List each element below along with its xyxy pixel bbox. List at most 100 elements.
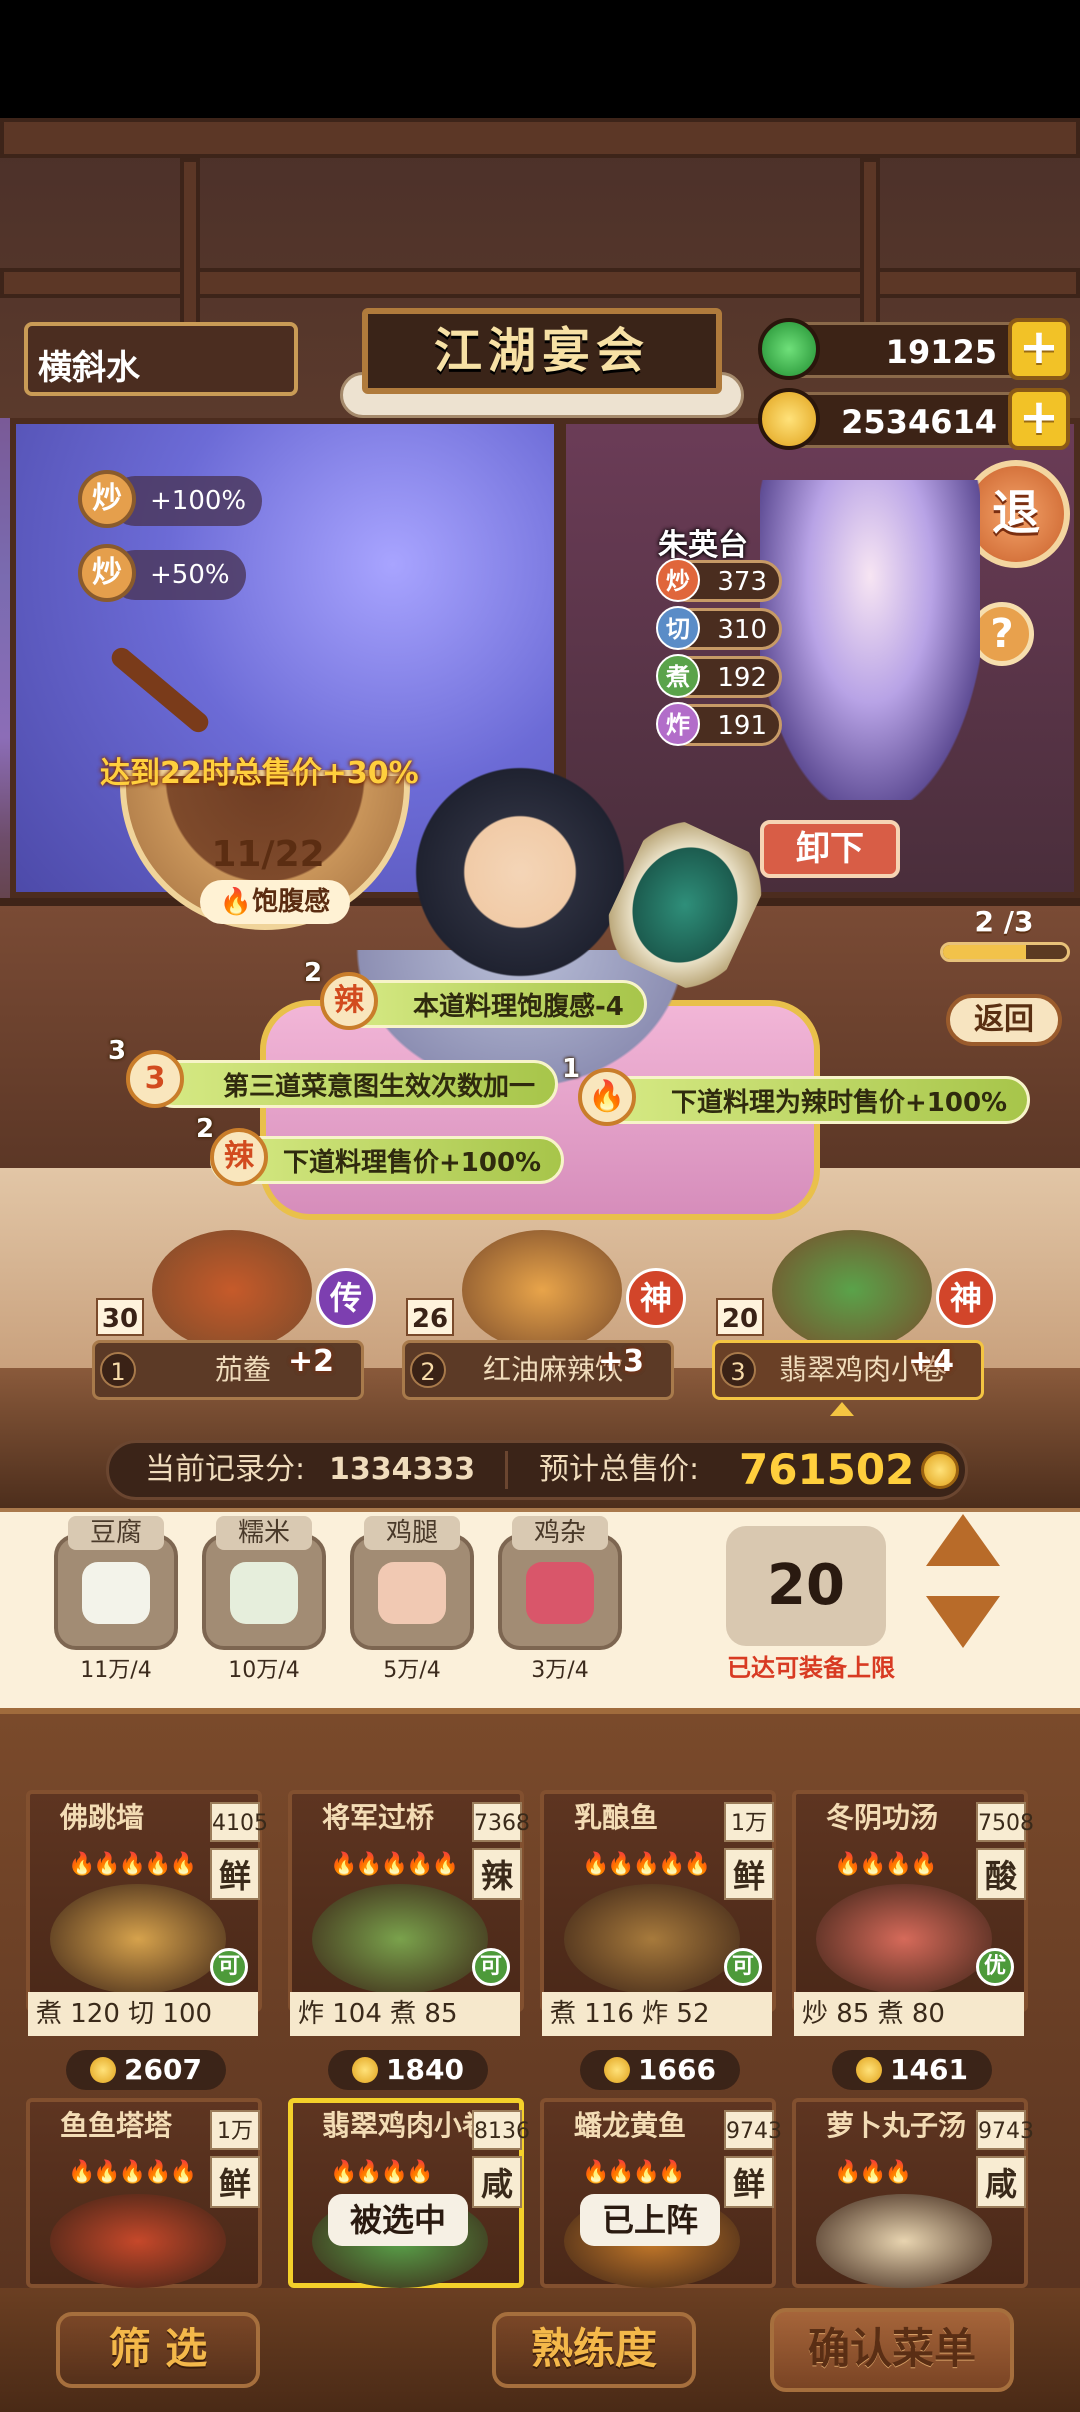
recipe-price: 8136 <box>472 2110 530 2150</box>
status-bar <box>0 0 1080 118</box>
effect-text: 本道料理饱腹感-4 <box>413 992 624 1022</box>
record-score-value: 1334333 <box>329 1452 476 1487</box>
total-price-label: 预计总售价: <box>539 1452 700 1487</box>
effect-text: 第三道菜意图生效次数加一 <box>223 1072 536 1102</box>
dish-grade-badge: 神 <box>626 1268 686 1328</box>
chef-stat-icon: 切 <box>656 606 700 650</box>
ingredient-name: 糯米 <box>216 1516 312 1550</box>
recipe-price: 9743 <box>724 2110 782 2150</box>
fullness-label: 🔥饱腹感 <box>200 880 350 924</box>
effect-count: 3 <box>108 1036 127 1066</box>
ingredient-image <box>378 1562 446 1624</box>
recipe-title: 冬阴功汤 <box>826 1801 939 1834</box>
recipe-title: 乳酿鱼 <box>574 1801 659 1834</box>
recipe-cost-value: 2607 <box>124 2053 202 2086</box>
proficiency-button[interactable]: 熟练度 <box>492 2312 696 2388</box>
recipe-cost: 1840 <box>328 2050 488 2090</box>
recipe-requirements: 煮 120 切 100 <box>28 1992 258 2036</box>
recipe-title: 蟠龙黄鱼 <box>574 2109 687 2142</box>
dish-quantity: 26 <box>406 1298 454 1336</box>
player-name-field[interactable]: 横斜水 <box>24 322 298 396</box>
total-price-value: 761502 <box>739 1445 915 1494</box>
record-score-label: 当前记录分: <box>145 1452 306 1487</box>
flame-rating-icon: 🔥🔥🔥🔥🔥 <box>68 1852 197 1877</box>
recipe-dish-image <box>50 1884 226 1994</box>
effect-tag: 第三道菜意图生效次数加一 <box>150 1060 559 1108</box>
confirm-menu-button[interactable]: 确认菜单 <box>770 2308 1014 2392</box>
dish-bonus: +2 <box>288 1344 335 1379</box>
flame-rating-icon: 🔥🔥🔥🔥 <box>330 2160 434 2185</box>
spicy-icon: 辣 <box>320 972 378 1030</box>
fullness-count: 11/22 <box>211 834 325 875</box>
quality-badge: 可 <box>210 1948 248 1986</box>
dish-bonus: +4 <box>908 1344 955 1379</box>
recipe-dish-image <box>564 1884 740 1994</box>
chef-stat-icon: 炸 <box>656 702 700 746</box>
recipe-flavor: 辣 <box>472 1848 522 1900</box>
flame-rating-icon: 🔥🔥🔥🔥 <box>582 2160 686 2185</box>
ingredient-name: 豆腐 <box>68 1516 164 1550</box>
coin-icon <box>604 2057 631 2083</box>
jade-icon <box>758 318 820 380</box>
recipe-dish-image <box>816 2194 992 2288</box>
effect-count: 2 <box>304 958 323 988</box>
recipe-price: 7368 <box>472 1802 530 1842</box>
flame-rating-icon: 🔥🔥🔥🔥🔥 <box>330 1852 459 1877</box>
recipe-dish-image <box>312 1884 488 1994</box>
quality-badge: 可 <box>472 1948 510 1986</box>
chef-name: 朱英台 <box>658 528 748 563</box>
effect-count: 1 <box>562 1054 581 1084</box>
stir-fry-icon: 炒 <box>78 544 136 602</box>
flame-rating-icon: 🔥🔥🔥 <box>834 2160 912 2185</box>
recipe-flavor: 咸 <box>976 2156 1026 2208</box>
recipe-title: 鱼鱼塔塔 <box>60 2109 173 2142</box>
dish-progress-text: 2 /3 <box>974 905 1034 938</box>
third-dish-icon: 3 <box>126 1050 184 1108</box>
recipe-state-label: 已上阵 <box>580 2194 721 2246</box>
recipe-price: 1万 <box>724 1802 774 1842</box>
filter-button[interactable]: 筛 选 <box>56 2312 260 2388</box>
effect-count: 2 <box>196 1114 215 1144</box>
back-button[interactable]: 返回 <box>946 994 1062 1046</box>
recipe-cost-value: 1461 <box>890 2053 968 2086</box>
recipe-title: 佛跳墙 <box>60 1801 145 1834</box>
recipe-price: 4105 <box>210 1802 268 1842</box>
flame-rating-icon: 🔥🔥🔥🔥🔥 <box>582 1852 711 1877</box>
recipe-dish-image <box>816 1884 992 1994</box>
recipe-flavor: 鲜 <box>210 1848 260 1900</box>
recipe-cost: 1461 <box>832 2050 992 2090</box>
score-bar: 当前记录分: 1334333 预计总售价: 761502 <box>106 1440 968 1500</box>
dish-grade-badge: 神 <box>936 1268 996 1328</box>
buff-text: +50% <box>150 560 230 590</box>
effect-tag: 本道料理饱腹感-4 <box>340 980 647 1028</box>
recipe-cost-value: 1666 <box>638 2053 716 2086</box>
recipe-title: 翡翠鸡肉小卷 <box>322 2109 491 2142</box>
event-sign-title: 江湖宴会 <box>362 308 722 394</box>
roof-beam <box>0 118 1080 158</box>
dish-quantity: 20 <box>716 1298 764 1336</box>
add-jade-button[interactable]: + <box>1008 318 1070 380</box>
quality-badge: 优 <box>976 1948 1014 1986</box>
chef-stat-icon: 炒 <box>656 558 700 602</box>
unload-chef-button[interactable]: 卸下 <box>760 820 900 878</box>
dish-progress-fill <box>943 945 1027 959</box>
chef-character-portrait[interactable] <box>760 480 980 800</box>
recipe-price: 1万 <box>210 2110 260 2150</box>
roof-post <box>860 158 880 338</box>
recipe-flavor: 咸 <box>472 2156 522 2208</box>
bowl-goal-text: 达到22时总售价+30% <box>100 756 419 791</box>
recipe-requirements: 煮 116 炸 52 <box>542 1992 772 2036</box>
recipe-state-label: 被选中 <box>328 2194 469 2246</box>
divider <box>505 1451 508 1489</box>
dish-index: 3 <box>720 1352 756 1388</box>
recipe-cost: 2607 <box>66 2050 226 2090</box>
recipe-title: 萝卜丸子汤 <box>826 2109 967 2142</box>
ingredient-count: 3万/4 <box>531 1658 589 1683</box>
dish-grade-badge: 传 <box>316 1268 376 1328</box>
coin-icon <box>758 388 820 450</box>
equip-limit-text: 已达可装备上限 <box>727 1654 895 1682</box>
buff-text: +100% <box>150 486 247 516</box>
stir-fry-icon: 炒 <box>78 470 136 528</box>
add-coin-button[interactable]: + <box>1008 388 1070 450</box>
recipe-flavor: 鲜 <box>724 2156 774 2208</box>
